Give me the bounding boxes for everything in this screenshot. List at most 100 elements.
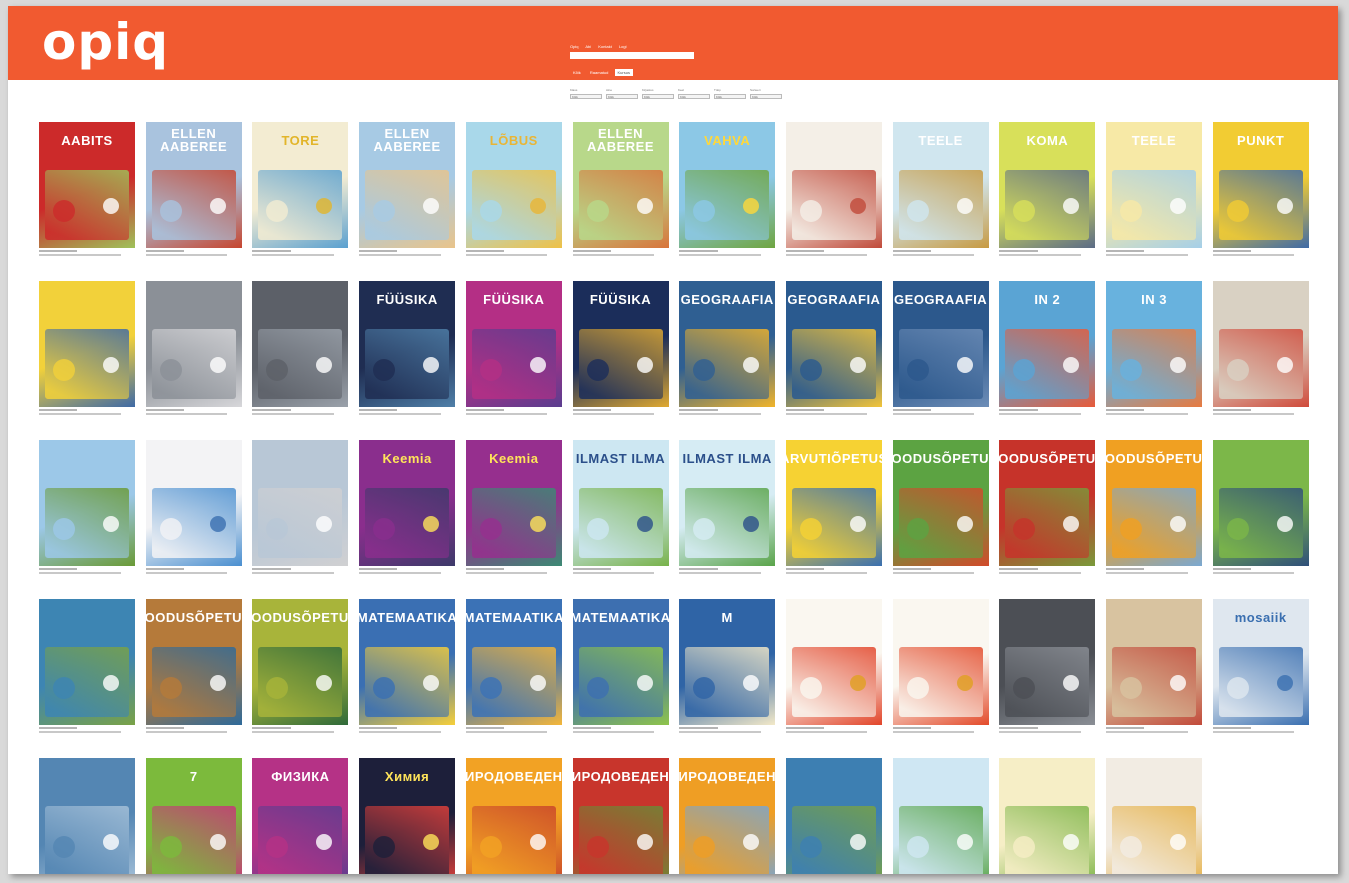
book-caption[interactable] [679,568,775,574]
tab-kursus[interactable]: Kursus [614,69,633,76]
book-cover[interactable]: LÕBUS [465,122,562,248]
book-caption[interactable] [892,250,989,256]
book-card[interactable]: ILMAST ILMA [572,440,669,592]
book-cover[interactable] [145,281,242,407]
book-cover[interactable] [785,758,882,874]
book-caption[interactable] [892,568,989,574]
opiq-logo[interactable]: opiq [42,12,169,72]
book-cover[interactable]: MATEMAATIKA [465,599,562,725]
book-cover[interactable]: FÜÜSIKA [465,281,562,407]
book-caption[interactable] [1106,727,1202,733]
book-caption[interactable] [39,409,135,415]
book-card[interactable]: GEOGRAAFIA [679,281,776,433]
book-caption[interactable] [572,250,669,256]
book-cover[interactable]: LOODUSÕPETUS [892,440,989,566]
book-cover[interactable]: ФИЗИКА [252,758,349,874]
book-caption[interactable] [679,409,775,415]
book-caption[interactable] [145,727,242,733]
book-caption[interactable] [785,409,882,415]
book-card[interactable] [785,599,882,751]
book-cover[interactable]: ПРИРОДОВЕДЕНИЕ [679,758,776,874]
book-card[interactable] [145,440,242,592]
book-card[interactable]: LOODUSÕPETUS [252,599,349,751]
book-cover[interactable]: TEELE [892,122,989,248]
book-card[interactable]: ПРИРОДОВЕДЕНИЕ [679,758,776,874]
book-cover[interactable]: Keemia [359,440,456,566]
book-caption[interactable] [892,409,989,415]
book-caption[interactable] [1212,568,1309,574]
filter-select[interactable]: Kõik [606,94,638,99]
filter-select[interactable]: Kõik [678,94,710,99]
book-card[interactable] [39,281,135,433]
book-card[interactable]: ПРИРОДОВЕДЕНИЕ [465,758,562,874]
book-card[interactable]: ПРИРОДОВЕДЕНИЕ [572,758,669,874]
book-cover[interactable]: LOODUSÕPETUS [999,440,1096,566]
book-cover[interactable]: GEOGRAAFIA [892,281,989,407]
book-cover[interactable]: PUNKT [1212,122,1309,248]
book-card[interactable]: ELLEN AABEREE [572,122,669,274]
book-caption[interactable] [1212,409,1309,415]
book-cover[interactable]: MATEMAATIKA [572,599,669,725]
book-card[interactable] [785,758,882,874]
book-card[interactable]: Keemia [359,440,456,592]
book-card[interactable] [1212,281,1309,433]
book-caption[interactable] [785,250,882,256]
book-cover[interactable]: ПРИРОДОВЕДЕНИЕ [572,758,669,874]
top-nav-item[interactable]: Abi [585,44,591,49]
book-cover[interactable]: ELLEN AABEREE [145,122,242,248]
book-card[interactable] [892,599,989,751]
book-card[interactable]: FÜÜSIKA [465,281,562,433]
book-card[interactable] [999,758,1096,874]
book-cover[interactable]: GEOGRAAFIA [785,281,882,407]
book-card[interactable] [1212,440,1309,592]
book-card[interactable]: FÜÜSIKA [359,281,456,433]
book-caption[interactable] [252,568,348,574]
top-nav-item[interactable]: Kontakt [598,44,612,49]
book-cover[interactable]: ILMAST ILMA [572,440,669,566]
book-cover[interactable] [39,599,135,725]
book-cover[interactable]: KOMA [999,122,1096,248]
book-card[interactable]: 7 [145,758,242,874]
book-card[interactable] [39,440,135,592]
book-caption[interactable] [1106,568,1202,574]
book-card[interactable]: Keemia [465,440,562,592]
book-card[interactable]: MATEMAATIKA [465,599,562,751]
book-card[interactable]: MATEMAATIKA [359,599,456,751]
book-caption[interactable] [359,727,455,733]
book-card[interactable]: VAHVA [679,122,776,274]
book-caption[interactable] [1212,250,1309,256]
tab-raamatud[interactable]: Raamatud [587,69,611,76]
book-cover[interactable]: LOODUSÕPETUS [252,599,349,725]
book-caption[interactable] [679,727,775,733]
book-card[interactable]: Химия [359,758,456,874]
book-card[interactable] [1106,758,1202,874]
book-caption[interactable] [39,250,135,256]
book-cover[interactable] [1212,281,1309,407]
book-caption[interactable] [465,568,562,574]
book-cover[interactable]: FÜÜSIKA [359,281,456,407]
book-cover[interactable] [785,122,882,248]
book-card[interactable]: IN 3 [1106,281,1202,433]
book-caption[interactable] [465,409,562,415]
book-card[interactable]: M [679,599,776,751]
book-card[interactable] [252,440,349,592]
book-card[interactable]: KOMA [999,122,1096,274]
book-cover[interactable] [39,440,135,566]
book-cover[interactable] [39,281,135,407]
search-input[interactable] [570,52,694,59]
book-cover[interactable] [1106,599,1202,725]
book-cover[interactable]: Химия [359,758,456,874]
book-caption[interactable] [359,409,455,415]
book-cover[interactable] [1212,440,1309,566]
book-caption[interactable] [1212,727,1309,733]
book-cover[interactable]: mosaiik [1212,599,1309,725]
book-cover[interactable]: LOODUSÕPETUS [145,599,242,725]
book-cover[interactable]: FÜÜSIKA [572,281,669,407]
book-card[interactable]: PUNKT [1212,122,1309,274]
book-cover[interactable]: TORE [252,122,349,248]
book-card[interactable]: MATEMAATIKA [572,599,669,751]
book-cover[interactable]: IN 3 [1106,281,1202,407]
book-caption[interactable] [572,727,669,733]
book-caption[interactable] [785,727,882,733]
book-card[interactable] [892,758,989,874]
